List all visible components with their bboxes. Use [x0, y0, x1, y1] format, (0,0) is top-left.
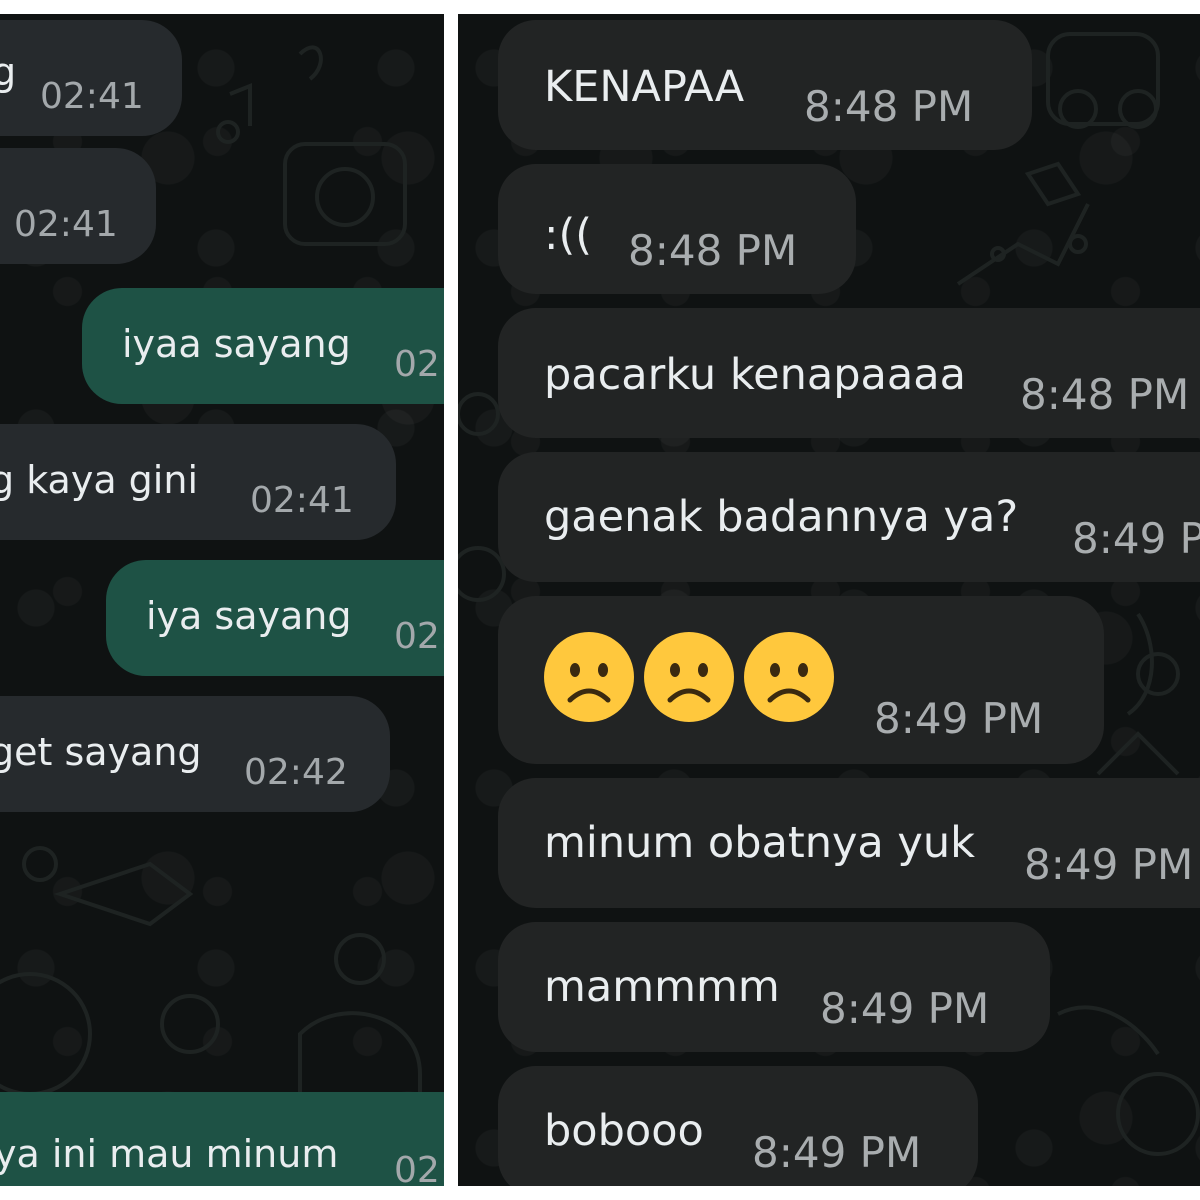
message-time: 02: [394, 344, 444, 385]
message-bubble-incoming[interactable]: bobooo 8:49 PM [498, 1066, 978, 1186]
message-time: 8:48 PM [804, 82, 974, 131]
message-time: 8:49 PM [1024, 840, 1194, 889]
message-bubble-incoming[interactable]: g 02:41 [0, 20, 182, 136]
message-text: g kaya gini [0, 458, 198, 502]
message-bubble-outgoing[interactable]: ya ini mau minum 02: [0, 1092, 444, 1186]
message-time: 02: [394, 1150, 444, 1186]
message-text: ya ini mau minum [0, 1132, 339, 1176]
message-time: 8:49 PM [820, 984, 990, 1033]
frowning-face-icon [644, 632, 734, 722]
message-text: iyaa sayang [122, 322, 351, 366]
message-time: 8:49 PM [752, 1128, 922, 1177]
message-bubble-incoming[interactable]: gaenak badannya ya? 8:49 PM [498, 452, 1200, 582]
message-time: 02:41 [14, 204, 118, 245]
message-time: 8:49 PM [874, 694, 1044, 743]
message-text: iya sayang [146, 594, 352, 638]
message-bubble-incoming[interactable]: mammmm 8:49 PM [498, 922, 1050, 1052]
message-bubble-outgoing[interactable]: iya sayang 02: [106, 560, 444, 676]
message-time: 8:49 PM [1072, 514, 1200, 563]
message-text: :(( [544, 210, 593, 260]
message-bubble-incoming[interactable]: get sayang 02:42 [0, 696, 390, 812]
message-text: mammmm [544, 962, 780, 1012]
message-bubble-incoming[interactable]: 8:49 PM [498, 596, 1104, 764]
message-bubble-incoming[interactable]: :(( 8:48 PM [498, 164, 856, 294]
message-text: g [0, 50, 17, 94]
message-text: pacarku kenapaaaa [544, 350, 966, 400]
message-text: minum obatnya yuk [544, 818, 976, 868]
message-text: gaenak badannya ya? [544, 492, 1019, 542]
message-time: 8:48 PM [628, 226, 798, 275]
message-bubble-incoming[interactable]: g kaya gini 02:41 [0, 424, 396, 540]
message-time: 02:42 [244, 752, 348, 793]
message-text: get sayang [0, 730, 202, 774]
message-bubble-incoming[interactable]: 02:41 [0, 148, 156, 264]
message-time: 02:41 [40, 76, 144, 117]
message-text: bobooo [544, 1106, 704, 1156]
message-text: KENAPAA [544, 62, 745, 112]
message-time: 8:48 PM [1020, 370, 1190, 419]
message-bubble-outgoing[interactable]: iyaa sayang 02: [82, 288, 444, 404]
frowning-face-icon [544, 632, 634, 722]
message-bubble-incoming[interactable]: pacarku kenapaaaa 8:48 PM [498, 308, 1200, 438]
message-time: 02:41 [250, 480, 354, 521]
right-chat-panel: KENAPAA 8:48 PM :(( 8:48 PM pacarku kena… [458, 14, 1200, 1186]
left-chat-panel: g 02:41 02:41 iyaa sayang 02: g kaya gin… [0, 14, 444, 1186]
frowning-face-icon [744, 632, 834, 722]
message-bubble-incoming[interactable]: minum obatnya yuk 8:49 PM [498, 778, 1200, 908]
message-time: 02: [394, 616, 444, 657]
message-bubble-incoming[interactable]: KENAPAA 8:48 PM [498, 20, 1032, 150]
